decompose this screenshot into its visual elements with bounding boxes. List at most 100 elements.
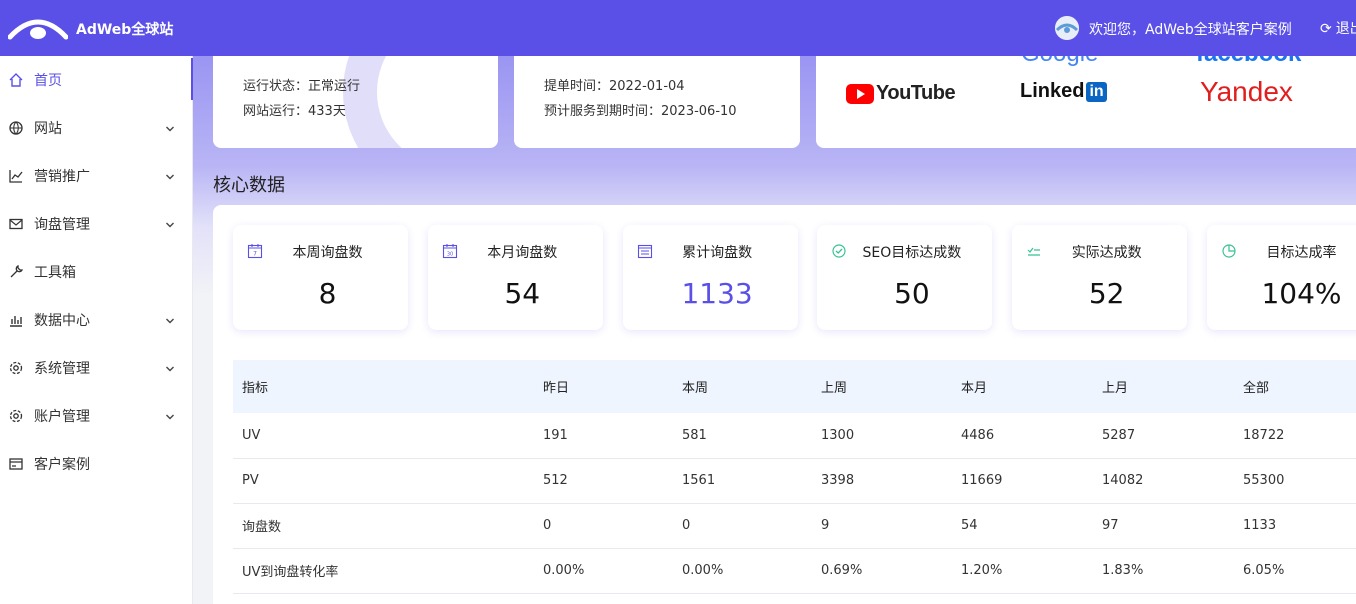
decorative-ring bbox=[343, 56, 498, 148]
table-cell: 5287 bbox=[1102, 413, 1243, 459]
youtube-text: YouTube bbox=[876, 82, 956, 104]
table-cell: 0.00% bbox=[543, 548, 682, 594]
stat-card[interactable]: 30 本月询盘数 54 bbox=[427, 225, 603, 330]
user-avatar[interactable] bbox=[1055, 16, 1079, 40]
table-header-cell: 上月 bbox=[1102, 360, 1243, 413]
site-status-card: 运行状态：正常运行 网站运行：433天 bbox=[213, 56, 498, 148]
gear-icon bbox=[8, 360, 24, 376]
table-cell: PV bbox=[233, 458, 543, 504]
logout-button[interactable]: ⟳退出 bbox=[1320, 18, 1356, 38]
main-content: 运行状态：正常运行 网站运行：433天 提单时间：2022-01-04 预计服务… bbox=[193, 56, 1356, 604]
stat-label: SEO目标达成数 bbox=[862, 245, 962, 261]
sidebar-item-3[interactable]: 询盘管理 bbox=[0, 200, 193, 248]
gear-icon bbox=[8, 408, 24, 424]
linkedin-text: Linked bbox=[1020, 80, 1085, 102]
stat-card[interactable]: 实际达成数 52 bbox=[1012, 225, 1188, 330]
table-cell: 191 bbox=[543, 413, 682, 459]
sidebar-item-2[interactable]: 营销推广 bbox=[0, 152, 193, 200]
sidebar-item-label: 数据中心 bbox=[34, 313, 90, 329]
stat-value: 52 bbox=[1088, 277, 1125, 310]
table-cell: 0.69% bbox=[821, 548, 961, 594]
stat-label: 实际达成数 bbox=[1071, 245, 1142, 261]
sidebar-item-label: 工具箱 bbox=[34, 265, 76, 281]
table-header-cell: 本周 bbox=[682, 360, 821, 413]
chevron-down-icon bbox=[165, 218, 175, 228]
sidebar-item-5[interactable]: 数据中心 bbox=[0, 296, 193, 344]
wrench-icon bbox=[8, 264, 24, 280]
table-cell: UV到询盘转化率 bbox=[233, 548, 543, 594]
table-cell: 1133 bbox=[1243, 503, 1356, 549]
table-header-row: 指标 昨日 本周 上周 本月 上月 全部 bbox=[233, 360, 1356, 413]
mail-icon bbox=[8, 216, 24, 232]
metrics-table: 指标 昨日 本周 上周 本月 上月 全部 UV 191 581 1300 4486 5287 18722… bbox=[233, 360, 1356, 594]
brand-name[interactable]: AdWeb全球站 bbox=[76, 19, 173, 39]
chevron-down-icon bbox=[165, 314, 175, 324]
sidebar-item-0[interactable]: 首页 bbox=[0, 56, 193, 104]
bar-chart-icon bbox=[8, 312, 24, 328]
table-header-cell: 本月 bbox=[961, 360, 1102, 413]
table-cell: 0 bbox=[682, 503, 821, 549]
brand-logo-icon[interactable] bbox=[8, 15, 68, 41]
service-card: 提单时间：2022-01-04 预计服务到期时间：2023-06-10 bbox=[514, 56, 800, 148]
stat-value: 104% bbox=[1261, 277, 1342, 310]
table-row: 询盘数 0 0 9 54 97 1133 bbox=[233, 503, 1356, 549]
globe-icon bbox=[8, 120, 24, 136]
table-cell: 1300 bbox=[821, 413, 961, 459]
sidebar-item-7[interactable]: 账户管理 bbox=[0, 392, 193, 440]
stat-value: 54 bbox=[504, 277, 541, 310]
table-row: UV到询盘转化率 0.00% 0.00% 0.69% 1.20% 1.83% 6.05% bbox=[233, 548, 1356, 594]
youtube-play-icon bbox=[846, 83, 874, 104]
sidebar-item-1[interactable]: 网站 bbox=[0, 104, 193, 152]
chevron-down-icon bbox=[165, 362, 175, 372]
sidebar-item-label: 账户管理 bbox=[34, 409, 90, 425]
table-header-cell: 上周 bbox=[821, 360, 961, 413]
home-icon bbox=[8, 72, 24, 88]
expire-time: 预计服务到期时间：2023-06-10 bbox=[544, 104, 737, 119]
table-cell: 581 bbox=[682, 413, 821, 459]
running-status: 运行状态：正常运行 bbox=[243, 79, 361, 94]
sidebar-item-8[interactable]: 客户案例 bbox=[0, 440, 193, 488]
table-cell: 512 bbox=[543, 458, 682, 504]
table-cell: 55300 bbox=[1243, 458, 1356, 504]
table-cell: 3398 bbox=[821, 458, 961, 504]
stat-card[interactable]: 7 本周询盘数 8 bbox=[233, 225, 408, 330]
sidebar-item-6[interactable]: 系统管理 bbox=[0, 344, 193, 392]
stat-card[interactable]: 累计询盘数 1133 bbox=[622, 225, 798, 330]
welcome-text: 欢迎您，AdWeb全球站客户案例 bbox=[1089, 22, 1292, 38]
table-cell: 18722 bbox=[1243, 413, 1356, 459]
yandex-logo: Yandex bbox=[1200, 76, 1293, 107]
table-header-cell: 全部 bbox=[1243, 360, 1356, 413]
platforms-card: Google facebook YouTube Linked in Yandex bbox=[816, 56, 1356, 148]
google-logo: Google bbox=[1021, 56, 1098, 68]
logout-label: 退出 bbox=[1335, 21, 1356, 37]
sidebar-item-label: 系统管理 bbox=[34, 361, 90, 377]
table-cell: 0.00% bbox=[682, 548, 821, 594]
stat-value: 50 bbox=[894, 277, 930, 310]
sidebar-item-label: 营销推广 bbox=[34, 169, 90, 185]
table-cell: 询盘数 bbox=[233, 503, 543, 549]
core-data-title: 核心数据 bbox=[213, 175, 285, 196]
chevron-down-icon bbox=[165, 410, 175, 420]
logout-icon: ⟳ bbox=[1320, 21, 1332, 37]
table-cell: 1561 bbox=[682, 458, 821, 504]
stat-value: 1133 bbox=[681, 277, 753, 310]
running-days: 网站运行：433天 bbox=[243, 104, 346, 119]
sidebar-item-4[interactable]: 工具箱 bbox=[0, 248, 193, 296]
card-icon bbox=[8, 456, 24, 472]
sidebar-item-label: 询盘管理 bbox=[34, 217, 90, 233]
linkedin-logo: Linked in bbox=[1020, 80, 1107, 103]
sidebar-item-label: 客户案例 bbox=[34, 457, 90, 473]
sidebar-item-label: 首页 bbox=[34, 73, 62, 89]
table-cell: 4486 bbox=[961, 413, 1102, 459]
table-cell: 9 bbox=[821, 503, 961, 549]
table-cell: 97 bbox=[1102, 503, 1243, 549]
linkedin-in-badge: in bbox=[1086, 81, 1107, 102]
stat-card[interactable]: 目标达成率 104% bbox=[1207, 225, 1356, 330]
table-cell: 0 bbox=[543, 503, 682, 549]
table-cell: 6.05% bbox=[1243, 548, 1356, 594]
stat-label: 目标达成率 bbox=[1266, 245, 1337, 261]
stat-label: 累计询盘数 bbox=[682, 245, 753, 261]
sidebar-item-label: 网站 bbox=[34, 121, 62, 137]
stat-card[interactable]: SEO目标达成数 50 bbox=[817, 225, 993, 330]
facebook-logo: facebook bbox=[1196, 56, 1301, 68]
